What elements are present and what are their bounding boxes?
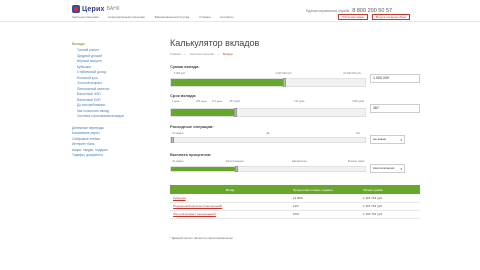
deposit-link[interactable]: Пенсионный капитал (пенсионный) [173,204,222,208]
sidebar: Вклады Точный расчет Щедрый урожай Верны… [72,42,152,159]
amount-slider-handle[interactable] [282,78,286,87]
breadcrumb-current: Вклады [222,52,233,56]
breadcrumb-private[interactable]: Частным клиентам [189,52,214,56]
table-row: Кубышка 11.00% 1 115 719 руб. [170,194,420,203]
page-title: Калькулятор вкладов [170,38,260,48]
payout-tick: Ежемесячно [292,160,307,163]
term-tick: 1100 дней [352,100,365,103]
term-input[interactable]: 367 [370,104,420,113]
expenses-select-value: Не важно [373,137,387,141]
sidebar-heading[interactable]: Вклады [72,42,152,46]
feedback-button[interactable]: Обратная связь [338,14,369,20]
amount-tick: 5 000 руб. [173,72,186,75]
table-header-row: Вклад Процентная ставка, годовых Общая с… [170,185,420,194]
nav-item-contacts[interactable]: Контакты [220,15,233,19]
expenses-tick: Не важно [172,132,184,135]
logo-text: Церих [82,5,105,13]
table-row: Пенсионный капитал (пенсионный) 11% 1 11… [170,202,420,211]
expenses-label: Расходные операции: [170,124,214,129]
chevron-down-icon: ▾ [400,167,402,171]
amount-input[interactable]: 1 000 000 [370,74,420,83]
breadcrumb-sep: — [217,52,220,56]
payout-block: Выплата процентов: Не важно Капитализаци… [170,152,420,178]
total-cell: 1 104 713 руб. [360,210,420,219]
logo-icon [72,5,80,13]
payout-tick: В конце срока [348,160,365,163]
deposit-name-cell: Кубышка [170,194,290,203]
amount-tick: 1 000 000 руб. [275,72,292,75]
amount-tick: 10 000 000 руб. [343,72,362,75]
ibank-button[interactable]: Вход в интернет-банк [372,14,410,20]
amount-slider-fill [171,79,284,86]
bank-logo[interactable]: Церих БАНК [72,5,120,13]
nav-item-about[interactable]: О банке [199,15,210,19]
expenses-slider-handle[interactable] [171,137,174,143]
total-cell: 1 115 719 руб. [360,194,420,203]
term-label: Срок вклада: [170,93,197,98]
payout-tick: Капитализация [225,160,244,163]
amount-block: Сумма вклада: 5 000 руб. 1 000 000 руб. … [170,64,420,88]
payout-label: Выплата процентов: [170,152,212,157]
payout-slider-handle[interactable] [235,166,239,172]
calculator: Калькулятор вкладов Главная — Частным кл… [170,38,420,56]
rate-cell: 11% [290,202,360,211]
term-slider[interactable] [170,108,366,117]
nav-item-financial[interactable]: Финансовым институтам [155,15,190,19]
deposit-name-cell: Пенсионный капитал (пенсионный) [170,202,290,211]
results-table: Вклад Процентная ставка, годовых Общая с… [170,185,420,219]
expenses-tick: Нет [356,132,361,135]
col-rate: Процентная ставка, годовых [290,185,360,194]
payout-tick: Не важно [172,160,184,163]
expenses-block: Расходные операции: Не важно Да Нет Не в… [170,124,420,148]
payout-slider[interactable] [170,166,366,172]
col-deposit: Вклад [170,185,290,194]
expenses-tick: Да [266,132,270,135]
payout-slider-fill [171,167,236,171]
nav-item-private[interactable]: Частным клиентам [72,15,98,19]
nav-item-corporate[interactable]: Корпоративным клиентам [108,15,144,19]
term-tick: 731 день [294,100,305,103]
deposit-name-cell: Золотой возраст (пенсионный) [170,210,290,219]
breadcrumb: Главная — Частным клиентам — Вклады [170,52,420,56]
term-tick: 367 дней [229,100,240,103]
term-tick: 271 день [211,100,223,103]
table-row: Золотой возраст (пенсионный) 10% 1 104 7… [170,210,420,219]
total-cell: 1 115 719 руб. [360,202,420,211]
expenses-select[interactable]: Не важно ▾ [370,135,405,144]
payout-select[interactable]: Капитализация ▾ [370,164,405,173]
amount-slider[interactable] [170,78,366,87]
rate-cell: 10% [290,210,360,219]
deposit-link[interactable]: Золотой возраст (пенсионный) [173,212,216,216]
expenses-slider[interactable] [170,137,366,143]
breadcrumb-sep: — [183,52,187,56]
breadcrumb-home[interactable]: Главная [170,52,181,56]
logo-sub: БАНК [106,6,120,12]
top-bar: Церих БАНК Частным клиентам Корпоративны… [0,0,480,22]
term-slider-handle[interactable] [234,108,238,117]
term-tick: 1 день [172,100,180,103]
disclaimer-note: * Данный расчет является ориентировочным [170,236,233,240]
col-total: Общая сумма [360,185,420,194]
term-tick: 181 день [196,100,207,103]
sidebar-section[interactable]: Тарифы, документы [72,153,152,159]
top-nav: Частным клиентам Корпоративным клиентам … [72,15,233,19]
term-block: Срок вклада: 1 день 181 день 271 день 36… [170,93,420,119]
chevron-down-icon: ▾ [400,138,402,142]
payout-select-value: Капитализация [373,166,395,170]
deposit-link[interactable]: Кубышка [173,196,186,200]
hotline-label: Единая справочная служба [306,9,350,13]
rate-cell: 11.00% [290,194,360,203]
amount-label: Сумма вклада: [170,64,200,69]
term-slider-fill [171,109,236,116]
